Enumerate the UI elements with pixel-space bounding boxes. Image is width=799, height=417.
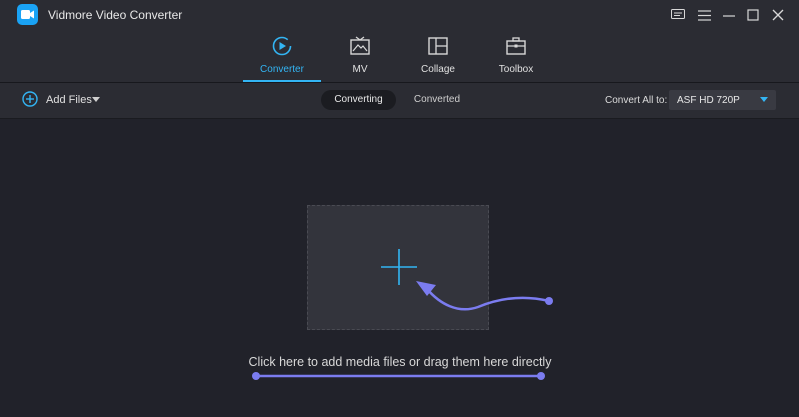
toolbox-icon bbox=[506, 36, 526, 56]
underline-annotation bbox=[252, 372, 545, 380]
maximize-icon[interactable] bbox=[744, 6, 762, 24]
tab-converter-label: Converter bbox=[260, 64, 304, 75]
convert-all-label: Convert All to: bbox=[605, 95, 668, 106]
tab-mv-label: MV bbox=[352, 64, 368, 75]
add-files-dropdown-icon[interactable] bbox=[92, 97, 100, 102]
app-title: Vidmore Video Converter bbox=[48, 8, 183, 22]
add-files-button[interactable]: Add Files bbox=[46, 94, 92, 106]
format-select-value[interactable]: ASF HD 720P bbox=[677, 95, 740, 106]
collage-icon bbox=[428, 36, 448, 56]
add-files-plus-icon[interactable] bbox=[22, 91, 38, 107]
close-icon[interactable] bbox=[769, 6, 787, 24]
tab-converter[interactable]: Converter bbox=[243, 30, 321, 82]
main-nav: Converter MV Collage Toolbox bbox=[0, 30, 799, 82]
segment-converted[interactable]: Converted bbox=[407, 90, 467, 110]
add-media-plus-icon[interactable] bbox=[381, 249, 417, 285]
tab-toolbox-label: Toolbox bbox=[498, 64, 534, 75]
tab-collage-label: Collage bbox=[421, 64, 455, 75]
toolbar-divider bbox=[0, 118, 799, 119]
dropzone-hint: Click here to add media files or drag th… bbox=[248, 355, 552, 369]
menu-icon[interactable] bbox=[695, 6, 713, 24]
tab-toolbox[interactable]: Toolbox bbox=[477, 30, 555, 82]
tab-collage[interactable]: Collage bbox=[399, 30, 477, 82]
feedback-icon[interactable] bbox=[669, 6, 687, 24]
chevron-down-icon[interactable] bbox=[760, 97, 768, 102]
tab-mv[interactable]: MV bbox=[321, 30, 399, 82]
segment-converting[interactable]: Converting bbox=[321, 90, 396, 110]
converter-icon bbox=[272, 36, 292, 56]
app-logo-icon bbox=[17, 4, 38, 25]
mv-icon bbox=[350, 36, 370, 56]
minimize-icon[interactable] bbox=[720, 6, 738, 24]
